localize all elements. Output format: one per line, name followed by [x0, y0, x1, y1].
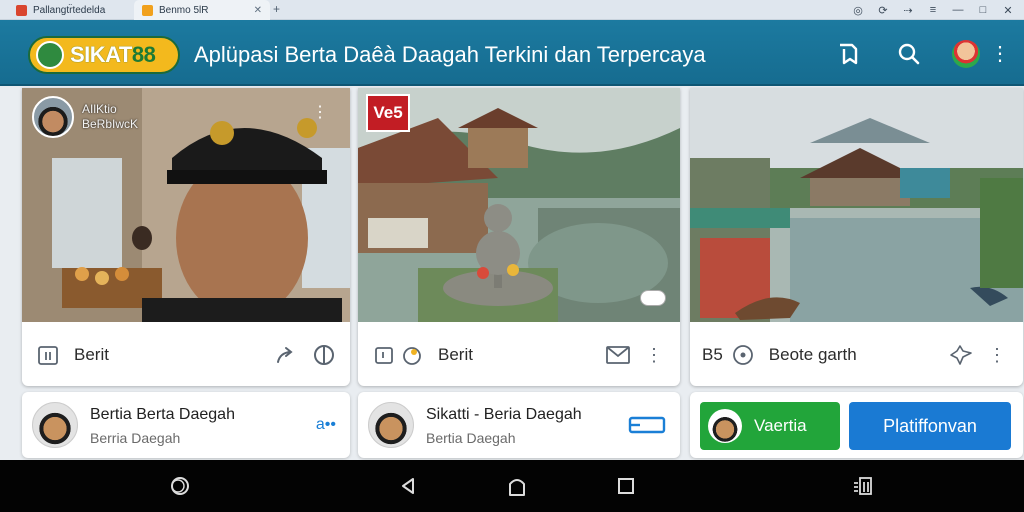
author-avatar	[708, 409, 742, 443]
news-card-3[interactable]: B5 Beote garth ⋮	[690, 88, 1023, 386]
card-category[interactable]: Beote garth	[769, 345, 857, 365]
card-category[interactable]: Berit	[74, 345, 109, 365]
author-info: AIlKtio BeRbIwcK	[82, 102, 138, 132]
author-avatar	[32, 96, 74, 138]
message-icon[interactable]	[604, 341, 632, 369]
more-icon[interactable]: ⋮	[640, 341, 668, 369]
news-image-1[interactable]: AIlKtio BeRbIwcK ⋮	[22, 88, 350, 322]
window-controls: ◎ ⟳ ⇢ ≡ — □ ✕	[850, 0, 1016, 20]
card-action-row: B5 Beote garth ⋮	[690, 324, 1023, 386]
author-sub: BeRbIwcK	[82, 117, 139, 131]
timer-icon[interactable]	[729, 341, 757, 369]
cta-row: Vaertia Platiffonvan	[690, 392, 1023, 458]
card-action-row: Berit	[22, 324, 350, 386]
brand-logo[interactable]: SIKAT88	[28, 36, 180, 74]
tab-favicon	[142, 4, 153, 16]
bookmark-icon	[840, 43, 858, 65]
window-icon[interactable]	[628, 414, 666, 441]
news-image-3[interactable]	[690, 88, 1023, 322]
home-icon[interactable]	[505, 474, 529, 498]
system-nav-bar	[0, 460, 1024, 512]
logo-mark-icon	[36, 41, 64, 69]
back-icon[interactable]	[396, 474, 420, 498]
news-card-2[interactable]: Ve5 Berit ⋮	[358, 88, 680, 386]
category-badge[interactable]: Ve5	[366, 94, 410, 132]
follow-action[interactable]: a••	[316, 416, 336, 434]
browser-tab-strip: Pallangtr̈tedelda Benmo 5lR ✕ + ◎ ⟳ ⇢ ≡ …	[0, 0, 1024, 20]
new-tab-button[interactable]: +	[273, 2, 280, 16]
share-icon[interactable]	[272, 341, 300, 369]
author-row-1[interactable]: Bertia Berta Daegah Berria Daegah a••	[22, 392, 350, 458]
more-icon: ⋮	[990, 43, 1010, 65]
author-avatar	[368, 402, 414, 448]
card-action-row: Berit ⋮	[358, 324, 680, 386]
browser-tab-2[interactable]: Benmo 5lR ✕	[134, 0, 270, 20]
button-label: Vaertia	[754, 416, 807, 435]
vaertia-button[interactable]: Vaertia	[700, 402, 840, 450]
media-indicator[interactable]	[640, 290, 666, 306]
profile-button[interactable]	[950, 38, 982, 70]
card-prefix: B5	[702, 345, 723, 364]
circle-icon[interactable]	[168, 474, 192, 498]
author-title: Bertia Berta Daegah	[90, 406, 235, 423]
tab-label: Pallangtr̈tedelda	[33, 4, 106, 16]
save-icon[interactable]	[370, 341, 398, 369]
author-title: Sikatti - Beria Daegah	[426, 406, 582, 423]
author-overlay[interactable]: AIlKtio BeRbIwcK	[32, 96, 138, 138]
share-icon[interactable]: ⇢	[900, 4, 916, 17]
news-card-1[interactable]: AIlKtio BeRbIwcK ⋮ Berit	[22, 88, 350, 386]
more-icon[interactable]: ⋮	[312, 102, 328, 122]
river-scene	[690, 88, 1023, 322]
avatar	[952, 40, 980, 68]
page-title: Aplüpasi Berta Daêà Daagah Terkini dan…	[194, 42, 706, 67]
app-window: Pallangtr̈tedelda Benmo 5lR ✕ + ◎ ⟳ ⇢ ≡ …	[0, 0, 1024, 512]
reaction-icon[interactable]	[310, 341, 338, 369]
search-icon	[898, 43, 920, 65]
browser-tab-1[interactable]: Pallangtr̈tedelda	[8, 0, 128, 20]
author-subtitle: Bertia Daegah	[426, 430, 516, 446]
author-name: AIlKtio	[82, 102, 117, 116]
settings-icon[interactable]: ◎	[850, 4, 866, 17]
more-icon[interactable]: ⋮	[983, 341, 1011, 369]
reload-icon[interactable]: ⟳	[875, 4, 891, 17]
logo-text: SIKAT88	[70, 42, 156, 67]
share-icon[interactable]	[947, 341, 975, 369]
news-image-2[interactable]: Ve5	[358, 88, 680, 322]
author-avatar	[32, 402, 78, 448]
menu-icon[interactable]: ≡	[925, 4, 941, 16]
recents-icon[interactable]	[614, 474, 638, 498]
card-category[interactable]: Berit	[438, 345, 473, 365]
close-tab-icon[interactable]: ✕	[254, 5, 262, 16]
maximize-icon[interactable]: □	[975, 4, 991, 16]
timer-icon[interactable]	[398, 341, 426, 369]
close-icon[interactable]: ✕	[1000, 4, 1016, 17]
bookmark-frame-icon[interactable]	[34, 341, 62, 369]
author-row-2[interactable]: Sikatti - Beria Daegah Bertia Daegah	[358, 392, 680, 458]
app-header: SIKAT88 Aplüpasi Berta Daêà Daagah Ter…	[0, 20, 1024, 86]
tab-label: Benmo 5lR	[159, 4, 209, 16]
more-button[interactable]: ⋮	[984, 38, 1016, 70]
tab-favicon	[16, 4, 27, 16]
apps-icon[interactable]	[850, 474, 874, 498]
bookmark-button[interactable]	[832, 38, 864, 70]
search-button[interactable]	[893, 38, 925, 70]
platform-button[interactable]: Platiffonvan	[849, 402, 1011, 450]
minimize-icon[interactable]: —	[950, 4, 966, 16]
author-subtitle: Berria Daegah	[90, 430, 181, 446]
